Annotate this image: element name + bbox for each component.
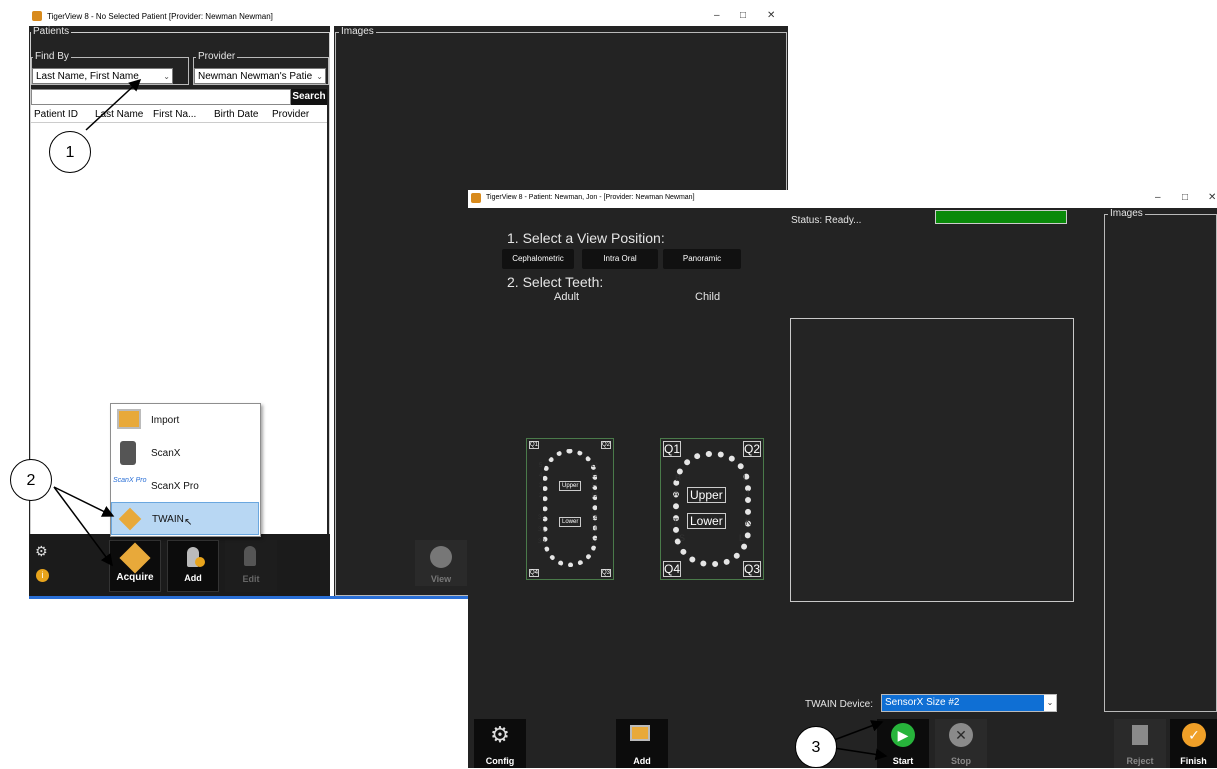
- callout-2: 2: [10, 459, 52, 501]
- callout-3-arrow-device: [833, 720, 884, 741]
- callout-3: 3: [795, 726, 837, 768]
- callout-2-arrow-twain: [53, 486, 115, 517]
- callout-1: 1: [49, 131, 91, 173]
- annotation-arrows: [53, 78, 888, 761]
- callout-3-arrow-start: [833, 747, 888, 761]
- callout-1-arrow: [85, 78, 142, 131]
- callout-2-arrow-acquire: [53, 486, 113, 567]
